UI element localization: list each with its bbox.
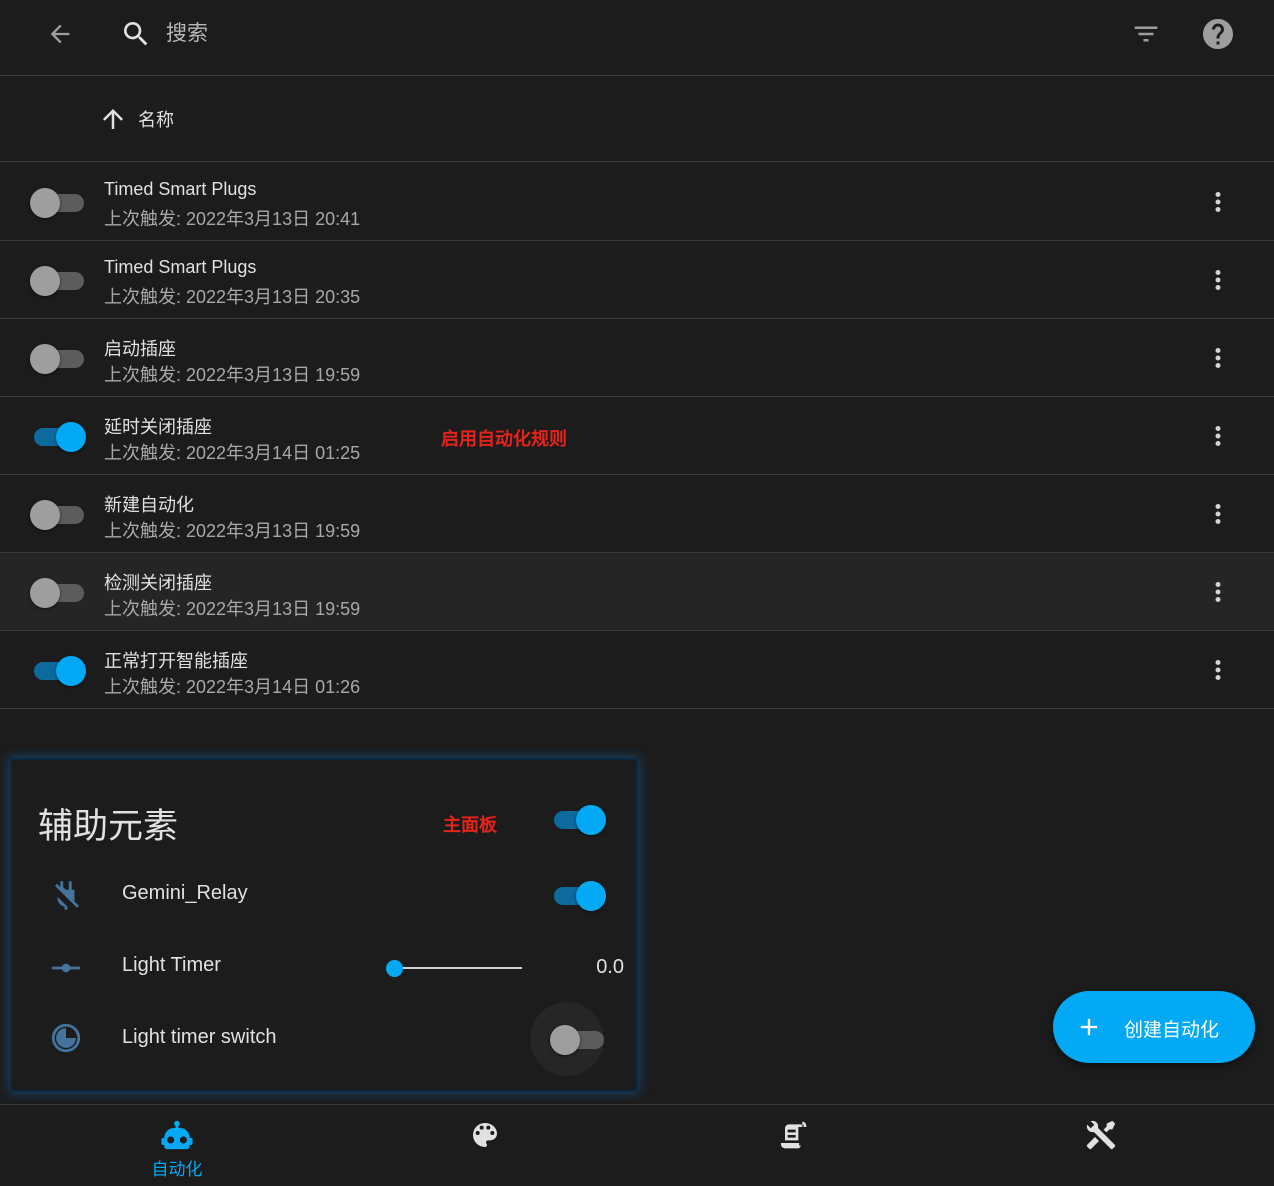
- nav-automations-label: 自动化: [151, 1160, 203, 1179]
- automation-row[interactable]: 检测关闭插座上次触发: 2022年3月13日 19:59: [0, 553, 1274, 631]
- annotation-main-panel: 主面板: [443, 815, 497, 835]
- automation-toggle[interactable]: [30, 264, 86, 296]
- script-text-icon: [775, 1117, 811, 1153]
- dots-vertical-icon: [1215, 348, 1221, 368]
- automation-row[interactable]: 新建自动化上次触发: 2022年3月13日 19:59: [0, 475, 1274, 553]
- top-toolbar: [0, 0, 1274, 76]
- sort-by-name-button[interactable]: 名称: [98, 102, 174, 136]
- nav-themes[interactable]: [326, 1105, 644, 1186]
- gemini-relay-toggle[interactable]: [550, 879, 606, 911]
- overflow-menu-button[interactable]: [1198, 338, 1238, 378]
- automation-last-triggered: 上次触发: 2022年3月13日 19:59: [104, 365, 361, 385]
- automation-name: 启动插座: [104, 339, 176, 359]
- dots-vertical-icon: [1215, 582, 1221, 602]
- back-button[interactable]: [36, 12, 84, 56]
- automation-toggle[interactable]: [30, 654, 86, 686]
- light-timer-switch-toggle[interactable]: [550, 1023, 606, 1055]
- automation-last-triggered: 上次触发: 2022年3月13日 19:59: [104, 599, 361, 619]
- overflow-menu-button[interactable]: [1198, 650, 1238, 690]
- automation-row[interactable]: Timed Smart Plugs 上次触发: 2022年3月13日 20:41: [0, 163, 1274, 241]
- create-automation-button[interactable]: 创建自动化: [1053, 991, 1255, 1063]
- help-circle-icon: [1203, 19, 1233, 49]
- bottom-nav: 自动化: [0, 1104, 1274, 1186]
- helpers-card: 辅助元素 主面板 Gemini_Relay Light Timer 0.0 Li…: [10, 758, 638, 1092]
- slider-thumb[interactable]: [386, 960, 403, 977]
- overflow-menu-button[interactable]: [1198, 572, 1238, 612]
- filter-button[interactable]: [1122, 12, 1170, 56]
- tools-icon: [1083, 1117, 1119, 1153]
- automation-last-triggered: 上次触发: 2022年3月14日 01:25: [104, 443, 361, 463]
- sort-label: 名称: [138, 110, 174, 130]
- overflow-menu-button[interactable]: [1198, 416, 1238, 456]
- automation-last-triggered: 上次触发: 2022年3月14日 01:26: [104, 677, 361, 697]
- power-plug-off-icon: [48, 876, 84, 912]
- slider-rail: [394, 967, 522, 969]
- automation-toggle[interactable]: [30, 186, 86, 218]
- automation-name: Timed Smart Plugs: [104, 257, 257, 277]
- gemini-relay-label: Gemini_Relay: [122, 882, 248, 904]
- timer-icon: [48, 1020, 84, 1056]
- automation-name: 检测关闭插座: [104, 573, 212, 593]
- automation-row[interactable]: 启动插座上次触发: 2022年3月13日 19:59: [0, 319, 1274, 397]
- automation-toggle[interactable]: [30, 342, 86, 374]
- filter-icon: [1134, 26, 1158, 42]
- light-timer-value: 0.0: [596, 956, 624, 978]
- automation-last-triggered: 上次触发: 2022年3月13日 20:41: [104, 209, 361, 229]
- dots-vertical-icon: [1215, 192, 1221, 212]
- arrow-up-icon: [103, 109, 123, 129]
- automation-name: 正常打开智能插座: [104, 651, 248, 671]
- search-icon: [112, 12, 160, 56]
- nav-automations[interactable]: 自动化: [18, 1105, 336, 1186]
- automation-row[interactable]: 延时关闭插座上次触发: 2022年3月14日 01:25: [0, 397, 1274, 475]
- automation-toggle[interactable]: [30, 420, 86, 452]
- arrow-left-icon: [50, 24, 70, 44]
- light-timer-label: Light Timer: [122, 954, 221, 976]
- dots-vertical-icon: [1215, 426, 1221, 446]
- dots-vertical-icon: [1215, 270, 1221, 290]
- annotation-enable-rule: 启用自动化规则: [441, 429, 567, 449]
- nav-scripts[interactable]: [634, 1105, 952, 1186]
- help-button[interactable]: [1194, 10, 1242, 58]
- light-timer-switch-label: Light timer switch: [122, 1026, 277, 1048]
- dots-vertical-icon: [1215, 660, 1221, 680]
- robot-icon: [159, 1117, 195, 1153]
- automation-toggle[interactable]: [30, 498, 86, 530]
- automation-name: Timed Smart Plugs: [104, 179, 257, 199]
- nav-developer-tools[interactable]: [942, 1105, 1260, 1186]
- ray-vertex-icon: [48, 950, 84, 986]
- palette-icon: [467, 1117, 503, 1153]
- overflow-menu-button[interactable]: [1198, 494, 1238, 534]
- search-input[interactable]: [166, 16, 1066, 52]
- plus-icon: [1080, 1018, 1098, 1036]
- dots-vertical-icon: [1215, 504, 1221, 524]
- automation-name: 新建自动化: [104, 495, 194, 515]
- automation-row[interactable]: 正常打开智能插座上次触发: 2022年3月14日 01:26: [0, 631, 1274, 709]
- overflow-menu-button[interactable]: [1198, 260, 1238, 300]
- create-automation-label: 创建自动化: [1124, 1020, 1220, 1041]
- light-timer-slider[interactable]: [386, 956, 526, 980]
- automation-row[interactable]: Timed Smart Plugs 上次触发: 2022年3月13日 20:35: [0, 241, 1274, 319]
- card-header-toggle[interactable]: [550, 803, 606, 835]
- overflow-menu-button[interactable]: [1198, 182, 1238, 222]
- automation-last-triggered: 上次触发: 2022年3月13日 19:59: [104, 521, 361, 541]
- automation-toggle[interactable]: [30, 576, 86, 608]
- automation-last-triggered: 上次触发: 2022年3月13日 20:35: [104, 287, 361, 307]
- automation-name: 延时关闭插座: [104, 417, 212, 437]
- card-title: 辅助元素: [38, 807, 179, 846]
- sort-header: 名称: [0, 76, 1274, 162]
